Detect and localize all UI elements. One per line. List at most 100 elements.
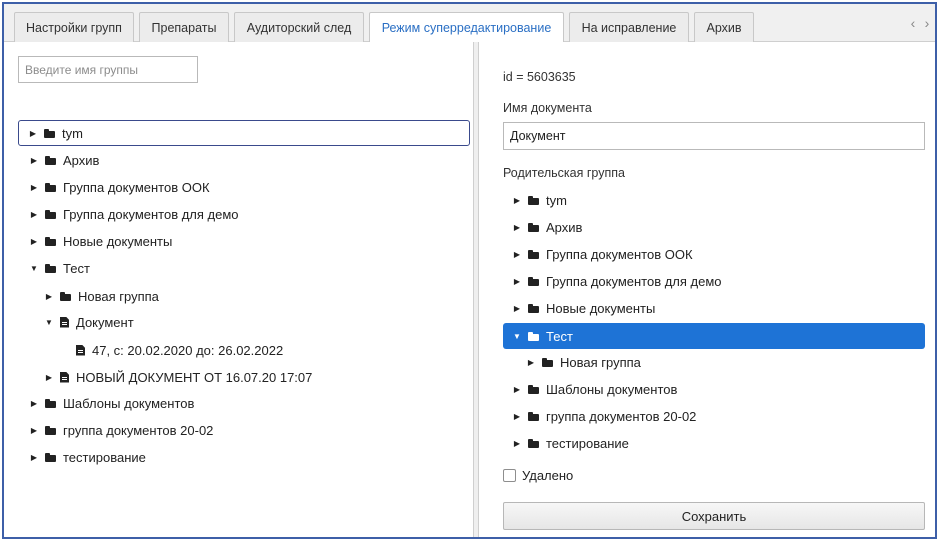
folder-icon xyxy=(528,411,540,421)
tree-node[interactable]: ▶ Новые документы xyxy=(503,295,925,321)
caret-down-icon[interactable]: ▼ xyxy=(28,264,40,273)
document-name-label: Имя документа xyxy=(503,101,592,115)
tree-node[interactable]: ▶ Группа документов для демо xyxy=(18,201,458,227)
tree-node-label: Архив xyxy=(63,152,100,168)
tree-node-label: Документ xyxy=(76,314,134,330)
deleted-label: Удалено xyxy=(522,468,574,483)
tree-node[interactable]: ▶ Шаблоны документов xyxy=(18,390,458,416)
tree-node[interactable]: ▶ группа документов 20-02 xyxy=(503,403,925,429)
caret-right-icon[interactable]: ▶ xyxy=(525,358,537,367)
folder-icon xyxy=(528,195,540,205)
document-id-text: id = 5603635 xyxy=(503,70,576,84)
tab-drugs[interactable]: Препараты xyxy=(139,12,229,42)
parent-group-label: Родительская группа xyxy=(503,166,625,180)
folder-icon xyxy=(44,128,56,138)
tree-node[interactable]: ▶ тестирование xyxy=(503,430,925,456)
tree-node-label: Новые документы xyxy=(63,233,173,249)
caret-right-icon[interactable]: ▶ xyxy=(511,439,523,448)
tree-node[interactable]: ▶ Архив xyxy=(503,214,925,240)
deleted-checkbox-row[interactable]: Удалено xyxy=(503,468,573,483)
caret-right-icon[interactable]: ▶ xyxy=(28,210,40,219)
tree-node[interactable]: ▶ тестирование xyxy=(18,444,458,470)
tree-node[interactable]: ▶ Группа документов ООК xyxy=(18,174,458,200)
save-button[interactable]: Сохранить xyxy=(503,502,925,530)
caret-right-icon[interactable]: ▶ xyxy=(43,373,55,382)
caret-right-icon[interactable]: ▶ xyxy=(511,250,523,259)
tree-node-label: группа документов 20-02 xyxy=(546,408,697,424)
folder-icon xyxy=(45,209,57,219)
tab-superedit-mode[interactable]: Режим суперредактирование xyxy=(369,12,564,43)
tab-scroll-right-icon[interactable]: › xyxy=(920,13,934,33)
folder-icon xyxy=(528,222,540,232)
caret-right-icon[interactable]: ▶ xyxy=(43,292,55,301)
tree-node[interactable]: ▶ Новая группа xyxy=(503,349,925,375)
tree-node-label: Новая группа xyxy=(560,354,641,370)
tree-node-label: Группа документов для демо xyxy=(546,273,722,289)
caret-right-icon[interactable]: ▶ xyxy=(511,385,523,394)
folder-icon xyxy=(45,263,57,273)
app-window: Настройки групп Препараты Аудиторский сл… xyxy=(2,2,937,539)
tree-node[interactable]: ▶ tym xyxy=(18,120,470,146)
tab-archive[interactable]: Архив xyxy=(694,12,754,42)
tab-audit-trail[interactable]: Аудиторский след xyxy=(234,12,364,42)
document-icon xyxy=(60,316,69,328)
group-search-input[interactable] xyxy=(18,56,198,83)
tree-node[interactable]: ▶ Шаблоны документов xyxy=(503,376,925,402)
folder-icon xyxy=(542,357,554,367)
tree-node[interactable]: ▶ группа документов 20-02 xyxy=(18,417,458,443)
tree-node[interactable]: ▶ Группа документов ООК xyxy=(503,241,925,267)
tree-node[interactable]: ▼ Тест xyxy=(18,255,458,281)
caret-right-icon[interactable]: ▶ xyxy=(28,453,40,462)
caret-right-icon[interactable]: ▶ xyxy=(28,156,40,165)
tree-node[interactable]: ▶ Новая группа xyxy=(18,283,458,309)
tree-node[interactable]: ▶ Архив xyxy=(18,147,458,173)
group-tree-panel: ▶ tym ▶ Архив ▶ Группа документов ООК ▶ Группа … xyxy=(4,42,474,537)
folder-icon xyxy=(528,303,540,313)
caret-right-icon[interactable]: ▶ xyxy=(27,129,39,138)
document-name-input[interactable] xyxy=(503,122,925,150)
caret-right-icon[interactable]: ▶ xyxy=(28,183,40,192)
folder-icon xyxy=(60,291,72,301)
deleted-checkbox[interactable] xyxy=(503,469,516,482)
caret-down-icon[interactable]: ▼ xyxy=(43,318,55,327)
tree-node-label: НОВЫЙ ДОКУМЕНТ ОТ 16.07.20 17:07 xyxy=(76,369,313,385)
caret-right-icon[interactable]: ▶ xyxy=(511,223,523,232)
tree-node[interactable]: ▼ Тест xyxy=(503,323,925,349)
caret-right-icon[interactable]: ▶ xyxy=(511,304,523,313)
tree-node[interactable]: ▼ Документ xyxy=(18,309,458,335)
caret-right-icon[interactable]: ▶ xyxy=(511,196,523,205)
tree-node[interactable]: ▶ Группа документов для демо xyxy=(503,268,925,294)
tree-node-label: Шаблоны документов xyxy=(546,381,678,397)
tab-group-settings[interactable]: Настройки групп xyxy=(14,12,134,42)
tree-node-label: Тест xyxy=(546,328,573,344)
tree-node[interactable]: 47, с: 20.02.2020 до: 26.02.2022 xyxy=(18,337,458,363)
caret-right-icon[interactable]: ▶ xyxy=(28,426,40,435)
tree-node-label: тестирование xyxy=(546,435,629,451)
tree-node-label: группа документов 20-02 xyxy=(63,422,214,438)
tree-node-label: Шаблоны документов xyxy=(63,395,195,411)
folder-icon xyxy=(528,276,540,286)
caret-right-icon[interactable]: ▶ xyxy=(511,412,523,421)
folder-icon xyxy=(45,182,57,192)
caret-down-icon[interactable]: ▼ xyxy=(511,332,523,341)
caret-right-icon[interactable]: ▶ xyxy=(28,237,40,246)
tree-node-label: Группа документов ООК xyxy=(546,246,693,262)
tree-node[interactable]: ▶ Новые документы xyxy=(18,228,458,254)
tree-node[interactable]: ▶ НОВЫЙ ДОКУМЕНТ ОТ 16.07.20 17:07 xyxy=(18,364,458,390)
folder-icon xyxy=(528,249,540,259)
tree-node-label: Новая группа xyxy=(78,288,159,304)
tree-node[interactable]: ▶ tym xyxy=(503,187,925,213)
tree-node-label: Группа документов ООК xyxy=(63,179,210,195)
tab-for-correction[interactable]: На исправление xyxy=(569,12,689,42)
tree-node-label: Тест xyxy=(63,260,90,276)
document-icon xyxy=(76,344,85,356)
tree-node-label: Группа документов для демо xyxy=(63,206,239,222)
tab-bar: Настройки групп Препараты Аудиторский сл… xyxy=(4,4,935,43)
tab-scroll-left-icon[interactable]: ‹ xyxy=(906,13,920,33)
tree-node-label: 47, с: 20.02.2020 до: 26.02.2022 xyxy=(92,342,284,358)
tree-node-label: tym xyxy=(62,125,83,141)
caret-right-icon[interactable]: ▶ xyxy=(511,277,523,286)
tree-node-label: Новые документы xyxy=(546,300,656,316)
caret-right-icon[interactable]: ▶ xyxy=(28,399,40,408)
folder-icon xyxy=(528,438,540,448)
